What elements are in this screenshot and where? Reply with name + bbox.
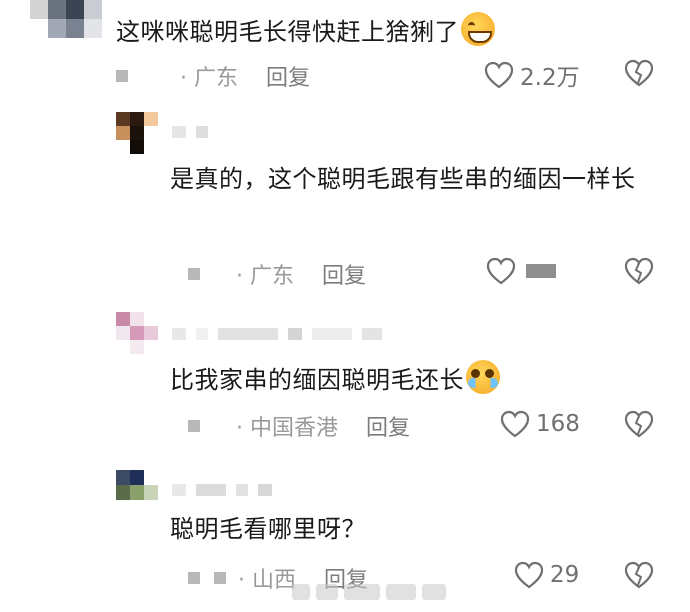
masked-time <box>188 268 200 280</box>
heart-icon <box>486 257 516 285</box>
like-button[interactable]: 2.2万 <box>484 58 580 92</box>
location-label: · 中国香港 <box>236 416 338 441</box>
like-button[interactable] <box>486 257 556 285</box>
comment-text: 比我家串的缅因聪明毛还长 <box>170 360 500 399</box>
like-count: 2.2万 <box>520 65 580 91</box>
broken-heart-icon[interactable] <box>624 257 654 285</box>
location-label: · 广东 <box>180 66 238 91</box>
comment-text-content: 这咪咪聪明毛长得快赶上猞猁了 <box>116 18 459 46</box>
heart-icon <box>514 561 544 589</box>
heart-icon <box>484 61 514 89</box>
comment-text: 这咪咪聪明毛长得快赶上猞猁了 <box>116 12 495 51</box>
heart-icon <box>500 410 530 438</box>
watermark <box>292 584 446 600</box>
masked-username <box>172 484 272 496</box>
location-label: · 广东 <box>236 264 294 289</box>
reply-button[interactable]: 回复 <box>266 60 310 92</box>
avatar[interactable] <box>116 312 158 354</box>
masked-time <box>116 70 128 82</box>
broken-heart-icon[interactable] <box>624 410 654 438</box>
avatar[interactable] <box>116 112 158 154</box>
comment-text-content: 比我家串的缅因聪明毛还长 <box>170 366 464 394</box>
like-button[interactable]: 168 <box>500 410 580 438</box>
masked-time <box>188 420 200 432</box>
masked-username <box>172 126 208 138</box>
comment-meta: · 广东 回复 <box>116 60 310 92</box>
crying-emoji <box>466 360 500 394</box>
masked-username <box>172 328 382 340</box>
comment-text: 是真的，这个聪明毛跟有些串的缅因一样长 <box>170 165 636 193</box>
avatar[interactable] <box>116 470 158 500</box>
broken-heart-icon[interactable] <box>624 59 654 87</box>
grinning-sweat-emoji <box>461 12 495 46</box>
masked-like-count <box>526 264 556 278</box>
location-label: · 山西 <box>238 568 296 593</box>
like-count: 29 <box>550 562 580 588</box>
masked-time <box>214 572 226 584</box>
reply-button[interactable]: 回复 <box>366 410 410 442</box>
avatar[interactable] <box>30 0 102 38</box>
comment-meta: · 中国香港 回复 <box>188 410 410 442</box>
comment-text: 聪明毛看哪里呀？ <box>170 515 366 543</box>
like-count: 168 <box>536 411 580 437</box>
like-button[interactable]: 29 <box>514 561 579 589</box>
masked-time <box>188 572 200 584</box>
comment-meta: · 广东 回复 <box>188 258 366 290</box>
reply-button[interactable]: 回复 <box>322 258 366 290</box>
broken-heart-icon[interactable] <box>624 561 654 589</box>
